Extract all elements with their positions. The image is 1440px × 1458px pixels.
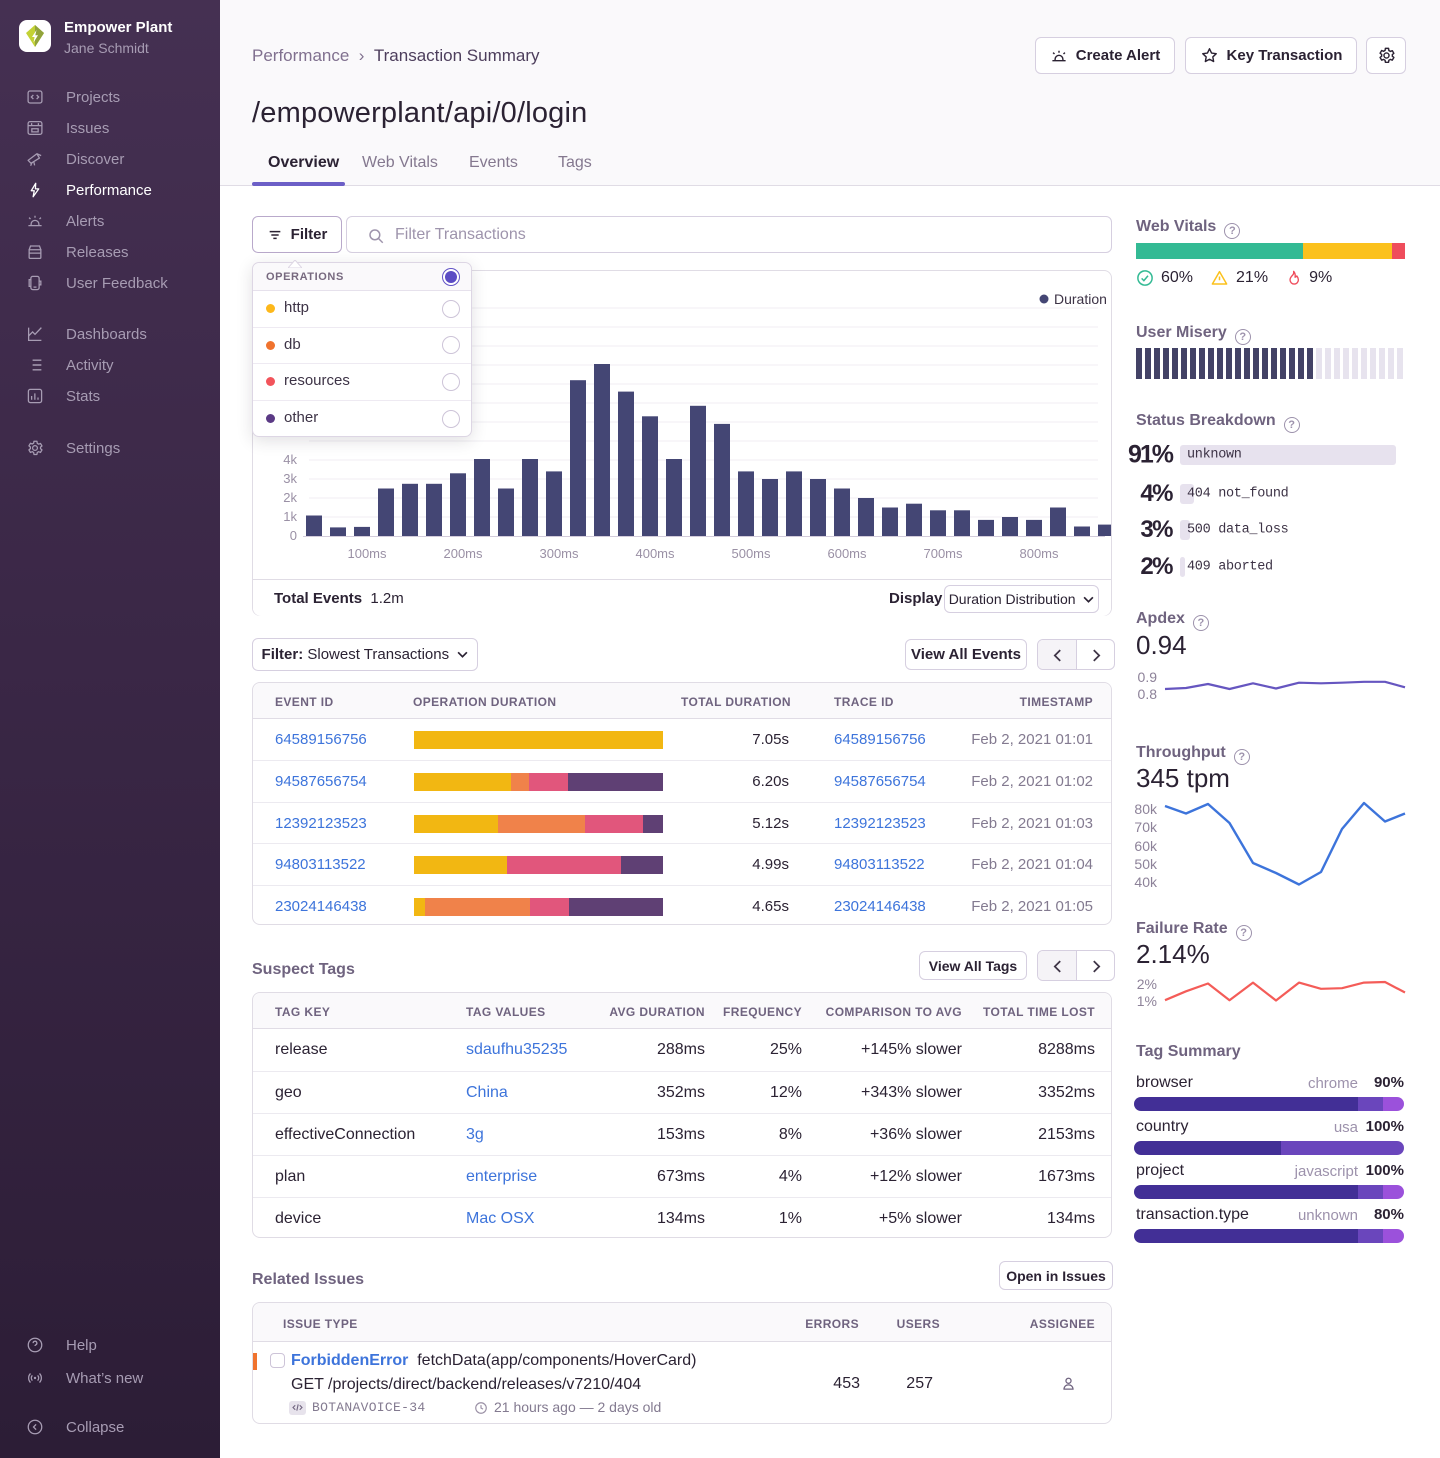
svg-text:300ms: 300ms xyxy=(539,546,579,561)
svg-text:400ms: 400ms xyxy=(635,546,675,561)
svg-text:100ms: 100ms xyxy=(347,546,387,561)
svg-text:500ms: 500ms xyxy=(731,546,771,561)
svg-text:2k: 2k xyxy=(283,490,297,505)
svg-text:0: 0 xyxy=(290,528,297,543)
svg-text:3k: 3k xyxy=(283,471,297,486)
svg-text:800ms: 800ms xyxy=(1019,546,1059,561)
svg-text:600ms: 600ms xyxy=(827,546,867,561)
svg-text:4k: 4k xyxy=(283,452,297,467)
svg-text:Duration: Duration xyxy=(1054,291,1107,307)
svg-text:200ms: 200ms xyxy=(443,546,483,561)
svg-text:700ms: 700ms xyxy=(923,546,963,561)
svg-text:1k: 1k xyxy=(283,509,297,524)
